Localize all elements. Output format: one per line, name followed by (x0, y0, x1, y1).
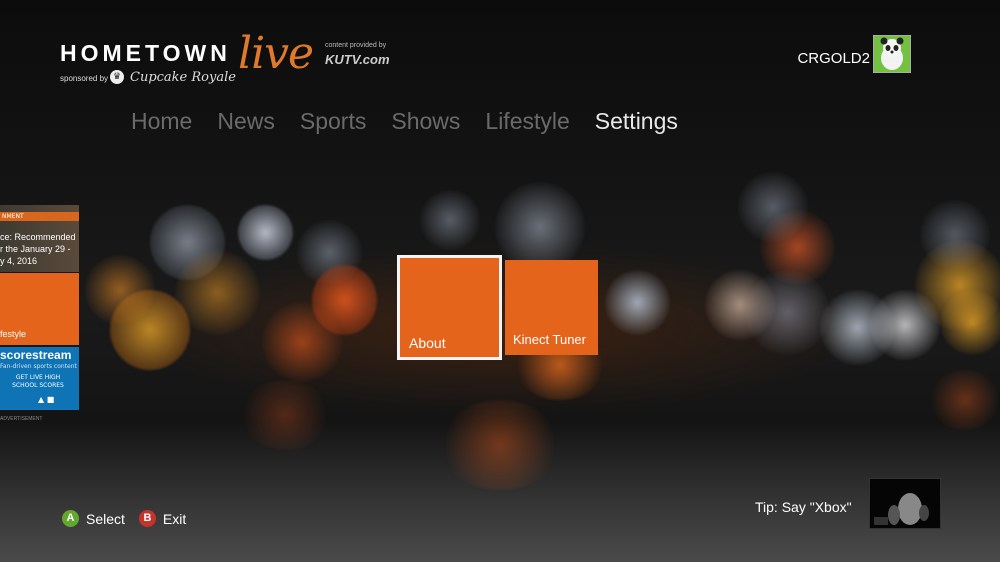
a-button-icon: A (62, 510, 79, 527)
logo-live-text: live (238, 28, 314, 79)
nav-lifestyle[interactable]: Lifestyle (485, 108, 569, 135)
crown-icon: ♛ (110, 70, 124, 84)
nav-shows[interactable]: Shows (391, 108, 460, 135)
news-line-2: r the January 29 - (0, 244, 71, 254)
about-tile-label: About (409, 335, 446, 351)
kinect-tuner-label: Kinect Tuner (513, 332, 586, 347)
lifestyle-tile[interactable]: festyle (0, 273, 79, 345)
nav-settings[interactable]: Settings (595, 108, 678, 135)
exit-hint: Exit (162, 510, 187, 527)
left-content-panel: NMENT ce: Recommended r the January 29 -… (0, 205, 79, 410)
hometown-live-logo: HOMETOWN live content provided by KUTV.c… (60, 28, 420, 96)
main-nav: Home News Sports Shows Lifestyle Setting… (131, 108, 703, 135)
advertisement-label: ADVERTISEMENT (0, 416, 43, 422)
ad-subtitle: Fan-driven sports content (0, 363, 77, 370)
logo-provided-text: content provided by (325, 42, 387, 49)
nav-news[interactable]: News (217, 108, 275, 135)
kinect-tuner-tile[interactable]: Kinect Tuner (505, 260, 598, 355)
lifestyle-tile-label: festyle (0, 329, 27, 339)
scorestream-ad[interactable]: scorestream Fan-driven sports content GE… (0, 347, 79, 410)
ad-cta: GET LIVE HIGH SCHOOL SCORES (12, 374, 64, 389)
controller-hints: A Select B Exit (62, 510, 186, 527)
ad-brand: scorestream (0, 348, 72, 362)
kinect-camera-view (869, 478, 941, 529)
logo-hometown-text: HOMETOWN (60, 40, 231, 66)
voice-tip: Tip: Say "Xbox" (755, 499, 852, 515)
nav-sports[interactable]: Sports (300, 108, 366, 135)
panda-avatar-icon (874, 36, 910, 72)
nav-home[interactable]: Home (131, 108, 192, 135)
sponsor-name: Cupcake Royale (130, 70, 236, 85)
gamertag[interactable]: CRGOLD2 (797, 50, 870, 67)
news-tile[interactable]: NMENT ce: Recommended r the January 29 -… (0, 205, 79, 272)
sponsored-by-text: sponsored by (60, 74, 109, 83)
select-hint: Select (86, 510, 125, 527)
news-tile-tag: NMENT (0, 212, 79, 221)
news-line-1: ce: Recommended (0, 232, 76, 242)
avatar[interactable] (873, 35, 911, 73)
news-line-3: y 4, 2016 (0, 256, 38, 266)
app-store-icons: ▲ ■ (38, 395, 55, 404)
about-tile[interactable]: About (397, 255, 502, 360)
kinect-camera-icon (870, 479, 940, 528)
news-tile-text: ce: Recommended r the January 29 - y 4, … (0, 231, 79, 267)
b-button-icon: B (138, 510, 156, 527)
kutv-logo: KUTV.com (325, 52, 390, 67)
